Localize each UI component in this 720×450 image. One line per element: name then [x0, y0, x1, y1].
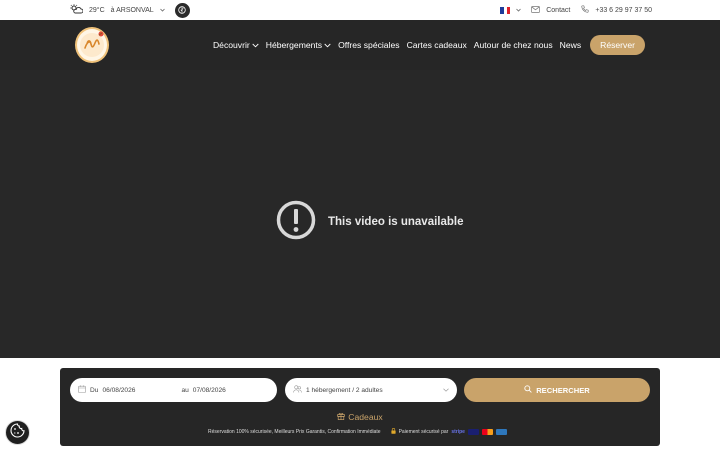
cookie-settings-button[interactable] [5, 420, 30, 445]
nav-item-autour-de-chez-nous[interactable]: Autour de chez nous [474, 40, 553, 50]
weather-location: à ARSONVAL [110, 6, 154, 14]
to-date[interactable]: 07/08/2026 [193, 387, 226, 394]
secure-payment: Paiement sécurisé par stripe [390, 428, 507, 436]
nav-item-label: Offres spéciales [338, 40, 400, 50]
cookie-icon [10, 422, 25, 443]
search-button-label: RECHERCHER [536, 385, 590, 395]
weather-temp: 29°C [89, 6, 105, 14]
search-icon [524, 385, 532, 395]
nav-item-cartes-cadeaux[interactable]: Cartes cadeaux [407, 40, 467, 50]
lock-icon [390, 428, 396, 436]
mail-icon [531, 5, 541, 15]
nav-item-hebergements[interactable]: Hébergements [266, 40, 331, 50]
users-icon [293, 385, 302, 395]
top-utility-bar: 29°C à ARSONVAL Contact +33 6 29 97 37 5… [0, 0, 720, 20]
booking-panel: Du 06/08/2026 au 07/08/2026 1 hébergemen… [60, 368, 660, 446]
video-message-text: This video is unavailable [328, 215, 464, 228]
nav-item-label: Découvrir [212, 40, 250, 50]
site-logo[interactable] [75, 27, 109, 63]
nav-item-label: Hébergements [265, 40, 323, 50]
guests-select[interactable]: 1 hébergement / 2 adultes [285, 378, 457, 402]
nav-item-decouvrir[interactable]: Découvrir [213, 40, 259, 50]
nav-item-label: News [559, 40, 582, 50]
nav-item-offres-speciales[interactable]: Offres spéciales [338, 40, 399, 50]
payment-provider: stripe [451, 429, 465, 435]
guests-value: 1 hébergement / 2 adultes [306, 386, 383, 394]
chevron-down-icon [324, 40, 331, 50]
alert-circle-icon [276, 200, 316, 243]
from-prefix: Du [90, 386, 99, 394]
phone-link[interactable]: +33 6 29 97 37 50 [595, 7, 652, 14]
chevron-down-icon [252, 40, 259, 50]
nav-item-label: Autour de chez nous [473, 40, 553, 50]
gifts-link[interactable]: Cadeaux [60, 412, 660, 422]
weather-sun-cloud-icon [70, 4, 84, 16]
to-prefix: au [181, 386, 189, 394]
chevron-down-icon [443, 387, 449, 394]
from-date[interactable]: 06/08/2026 [102, 387, 135, 394]
search-button[interactable]: RECHERCHER [464, 378, 650, 402]
eco-leaf-icon[interactable] [174, 2, 190, 18]
chevron-down-icon[interactable] [159, 7, 165, 14]
visa-card-icon [467, 429, 479, 435]
amex-card-icon [495, 429, 507, 435]
reassurance-text: Réservation 100% sécurisée, Meilleurs Pr… [208, 429, 381, 435]
main-nav: Découvrir Hébergements Offres spéciales … [213, 34, 645, 56]
reassurance-line: Réservation 100% sécurisée, Meilleurs Pr… [208, 428, 507, 436]
phone-icon [581, 5, 589, 15]
payment-label: Paiement sécurisé par [398, 429, 449, 435]
hero-video[interactable]: This video is unavailable [0, 70, 720, 358]
date-range-field[interactable]: Du 06/08/2026 au 07/08/2026 [70, 378, 277, 402]
gifts-label: Cadeaux [348, 412, 383, 422]
site-header: Découvrir Hébergements Offres spéciales … [0, 20, 720, 70]
chevron-down-icon[interactable] [516, 7, 522, 14]
mastercard-icon [481, 429, 493, 435]
reserve-button[interactable]: Réserver [590, 35, 645, 55]
video-unavailable-message: This video is unavailable [276, 200, 464, 243]
contact-link[interactable]: Contact [546, 7, 570, 14]
nav-item-news[interactable]: News [560, 40, 582, 50]
topbar-right: Contact +33 6 29 97 37 50 [500, 0, 652, 20]
gift-icon [337, 412, 346, 422]
calendar-icon [78, 385, 86, 395]
weather-widget: 29°C à ARSONVAL [70, 0, 190, 20]
nav-item-label: Cartes cadeaux [406, 40, 467, 50]
flag-fr-icon[interactable] [500, 6, 511, 14]
